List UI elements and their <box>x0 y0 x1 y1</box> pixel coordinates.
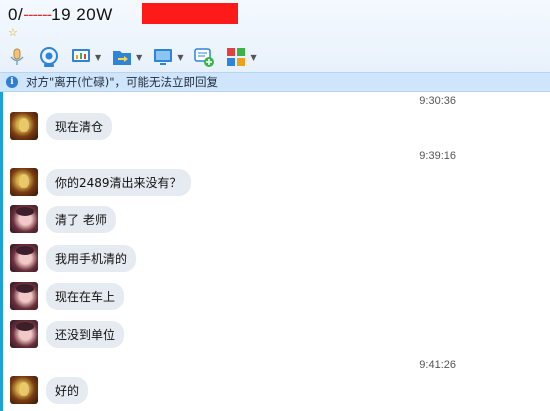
chevron-down-icon[interactable]: ▼ <box>177 53 183 62</box>
voice-call-button[interactable] <box>6 45 28 69</box>
info-icon: i <box>6 76 18 88</box>
timestamp: 9:30:36 <box>419 95 456 107</box>
screen-share-icon <box>72 49 90 62</box>
message-row: 还没到单位 <box>10 320 125 348</box>
chat-history[interactable]: 9:30:36 现在清仓 9:39:16 你的2489清出来没有？ 清了 老师 … <box>0 92 550 411</box>
message-row: 我用手机清的 <box>10 244 137 272</box>
message-bubble: 现在清仓 <box>46 112 113 140</box>
file-transfer-icon <box>113 51 132 65</box>
timestamp: 9:39:16 <box>419 150 456 162</box>
chat-left-accent <box>0 92 3 411</box>
star-icon: ☆ <box>8 26 18 39</box>
message-row: 清了 老师 <box>10 205 116 233</box>
apps-button[interactable]: ▼ <box>225 45 257 69</box>
screen-share-button[interactable]: ▼ <box>70 45 101 69</box>
create-discussion-button[interactable] <box>193 45 215 69</box>
message-row: 好的 <box>10 376 89 404</box>
redaction-bar <box>142 3 238 24</box>
contact-title: 0/------19 20W <box>8 4 113 26</box>
message-bubble: 好的 <box>46 376 89 404</box>
avatar[interactable] <box>10 376 38 404</box>
message-row: 现在在车上 <box>10 282 125 310</box>
message-bubble: 还没到单位 <box>46 320 125 348</box>
file-transfer-button[interactable]: ▼ <box>111 45 142 69</box>
message-row: 现在清仓 <box>10 112 113 140</box>
microphone-icon <box>10 48 24 65</box>
video-camera-icon <box>40 47 58 67</box>
add-chat-icon <box>194 48 215 67</box>
avatar[interactable] <box>10 168 38 196</box>
title-prefix: 0/ <box>8 5 24 24</box>
message-bubble: 清了 老师 <box>46 205 116 233</box>
timestamp: 9:41:26 <box>419 359 456 371</box>
toolbar: ▼ ▼ ▼ ▼ <box>6 44 267 70</box>
remote-desktop-icon <box>154 49 173 65</box>
notice-text: 对方"离开(忙碌)"，可能无法立即回复 <box>26 75 219 89</box>
remote-desktop-button[interactable]: ▼ <box>152 45 183 69</box>
avatar[interactable] <box>10 205 38 233</box>
chevron-down-icon[interactable]: ▼ <box>250 53 256 62</box>
message-bubble: 现在在车上 <box>46 282 125 310</box>
avatar[interactable] <box>10 282 38 310</box>
chat-header: 0/------19 20W ☆ ▼ ▼ ▼ ▼ <box>0 0 550 72</box>
title-rest: 19 20W <box>51 5 113 24</box>
chevron-down-icon[interactable]: ▼ <box>95 53 101 62</box>
apps-grid-icon <box>227 48 246 66</box>
video-call-button[interactable] <box>38 45 60 69</box>
avatar[interactable] <box>10 244 38 272</box>
away-notice-bar: i 对方"离开(忙碌)"，可能无法立即回复 <box>0 72 550 92</box>
title-masked: ------ <box>23 5 52 24</box>
message-bubble: 我用手机清的 <box>46 244 137 272</box>
avatar[interactable] <box>10 112 38 140</box>
message-bubble: 你的2489清出来没有？ <box>46 168 191 196</box>
avatar[interactable] <box>10 320 38 348</box>
chevron-down-icon[interactable]: ▼ <box>136 53 142 62</box>
message-row: 你的2489清出来没有？ <box>10 168 191 196</box>
